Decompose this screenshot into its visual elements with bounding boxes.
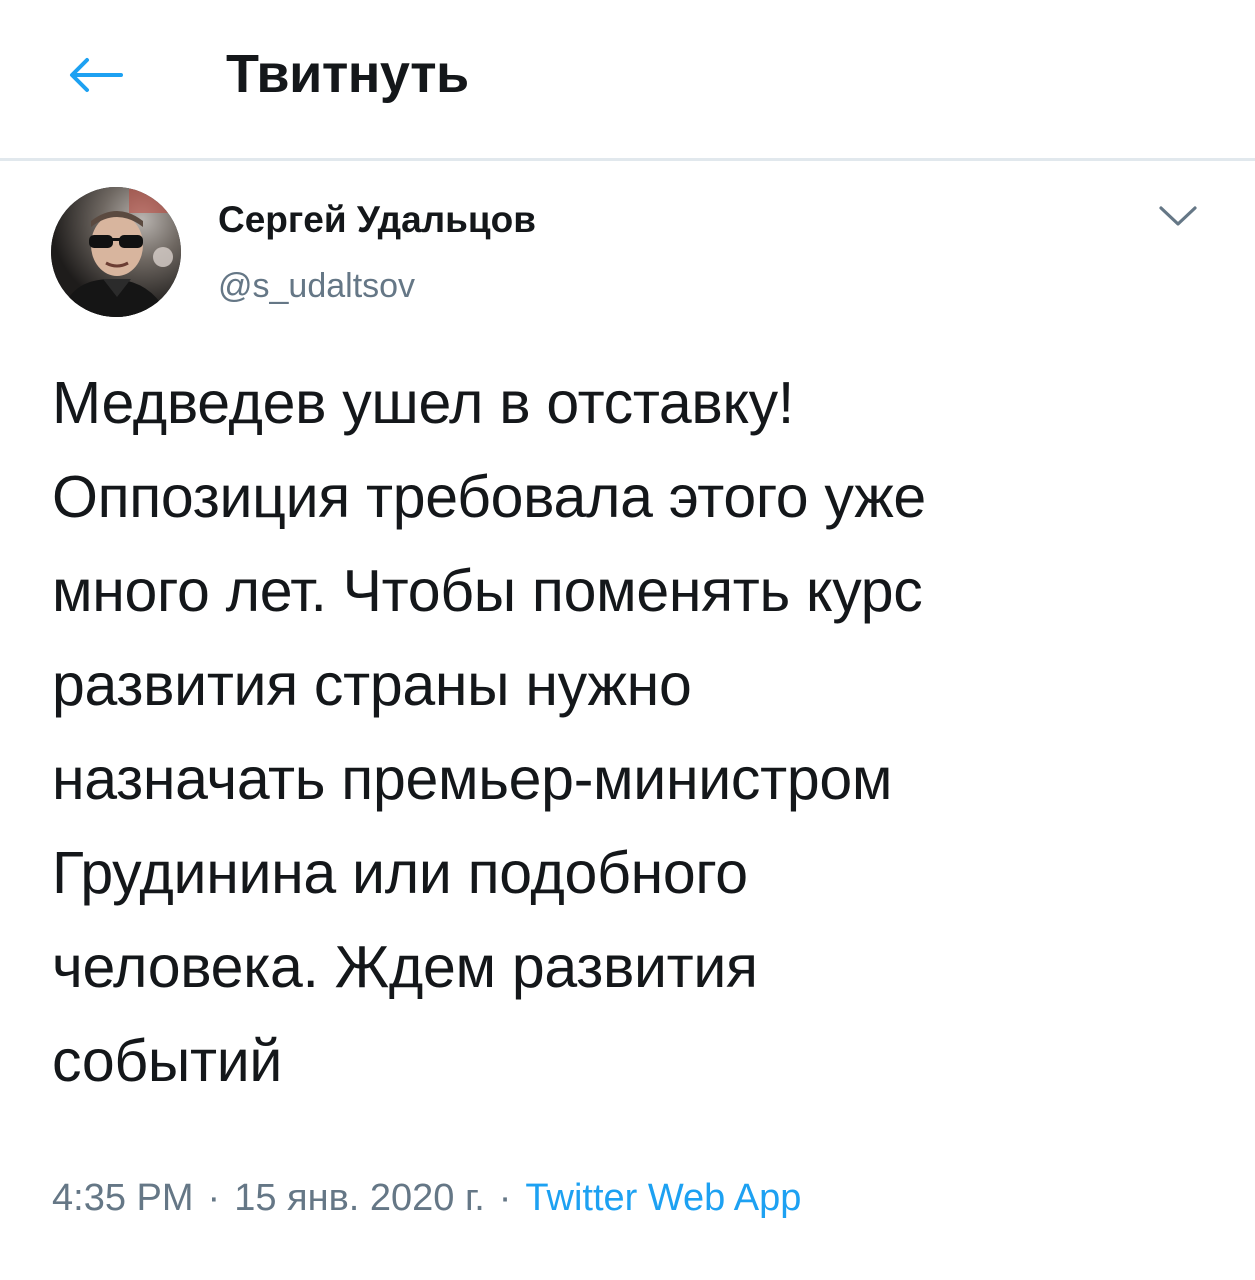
tweet-text: Медведев ушел в отставку! Оппозиция треб… — [52, 370, 926, 1094]
meta-separator: · — [498, 1177, 512, 1219]
more-options-button[interactable] — [1148, 192, 1208, 240]
tweet-source-link[interactable]: Twitter Web App — [525, 1177, 801, 1219]
tweet-meta: 4:35 PM · 15 янв. 2020 г. · Twitter Web App — [52, 1170, 801, 1226]
meta-separator: · — [207, 1177, 221, 1219]
chevron-down-icon — [1159, 206, 1197, 226]
tweet-time[interactable]: 4:35 PM — [52, 1177, 194, 1219]
avatar-photo — [51, 187, 181, 317]
back-button[interactable] — [62, 44, 130, 106]
arrow-left-icon — [70, 58, 123, 92]
author-handle[interactable]: @s_udaltsov — [218, 264, 415, 308]
tweet-detail-page: Твитнуть Сергей Удальцов @s_udaltsov Мед… — [0, 0, 1255, 1280]
tweet-date[interactable]: 15 янв. 2020 г. — [234, 1177, 485, 1219]
page-title: Твитнуть — [226, 44, 469, 104]
avatar[interactable] — [51, 187, 181, 317]
author-name[interactable]: Сергей Удальцов — [218, 196, 536, 244]
top-header: Твитнуть — [0, 0, 1255, 161]
